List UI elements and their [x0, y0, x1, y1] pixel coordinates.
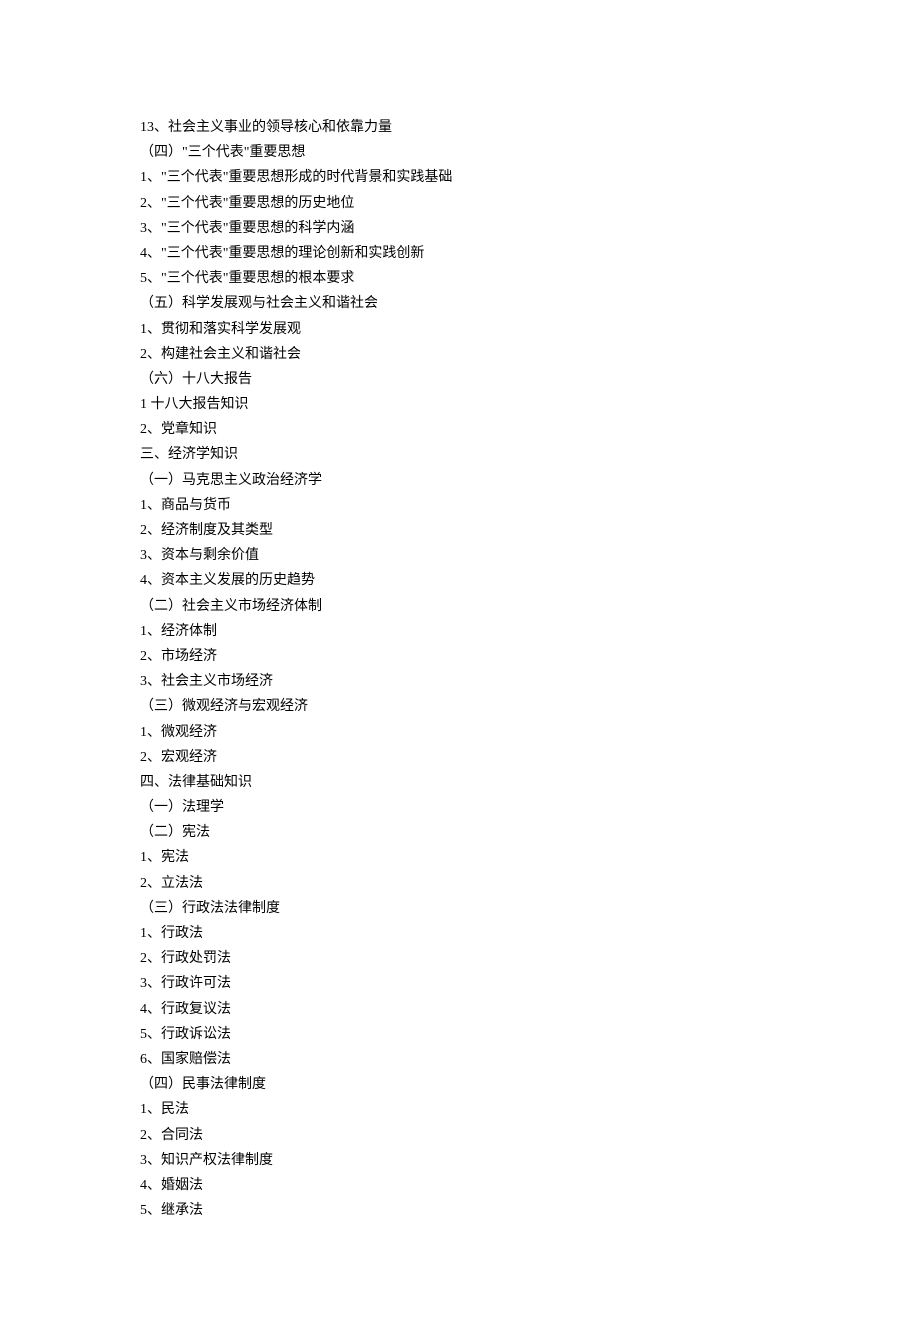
outline-line: 1、微观经济 — [140, 720, 780, 745]
outline-line: 13、社会主义事业的领导核心和依靠力量 — [140, 115, 780, 140]
outline-line: 2、经济制度及其类型 — [140, 518, 780, 543]
outline-line: 3、"三个代表"重要思想的科学内涵 — [140, 216, 780, 241]
outline-line: 5、"三个代表"重要思想的根本要求 — [140, 266, 780, 291]
outline-line: 4、"三个代表"重要思想的理论创新和实践创新 — [140, 241, 780, 266]
outline-line: 1、"三个代表"重要思想形成的时代背景和实践基础 — [140, 165, 780, 190]
outline-line: （三）行政法法律制度 — [140, 896, 780, 921]
outline-line: 4、行政复议法 — [140, 997, 780, 1022]
outline-line: （一）马克思主义政治经济学 — [140, 468, 780, 493]
outline-line: 6、国家赔偿法 — [140, 1047, 780, 1072]
document-content: 13、社会主义事业的领导核心和依靠力量 （四）"三个代表"重要思想 1、"三个代… — [140, 115, 780, 1223]
outline-line: （二）宪法 — [140, 820, 780, 845]
outline-line: （六）十八大报告 — [140, 367, 780, 392]
outline-line: 3、社会主义市场经济 — [140, 669, 780, 694]
outline-line: 2、市场经济 — [140, 644, 780, 669]
outline-line: （一）法理学 — [140, 795, 780, 820]
outline-line: 1、经济体制 — [140, 619, 780, 644]
outline-line: 三、经济学知识 — [140, 442, 780, 467]
outline-line: 1、商品与货币 — [140, 493, 780, 518]
outline-line: 2、党章知识 — [140, 417, 780, 442]
outline-line: 1、宪法 — [140, 845, 780, 870]
outline-line: 1 十八大报告知识 — [140, 392, 780, 417]
outline-line: 2、立法法 — [140, 871, 780, 896]
outline-line: 2、构建社会主义和谐社会 — [140, 342, 780, 367]
outline-line: 4、资本主义发展的历史趋势 — [140, 568, 780, 593]
outline-line: 1、行政法 — [140, 921, 780, 946]
outline-line: 5、继承法 — [140, 1198, 780, 1223]
outline-line: 2、行政处罚法 — [140, 946, 780, 971]
outline-line: 2、宏观经济 — [140, 745, 780, 770]
outline-line: 2、"三个代表"重要思想的历史地位 — [140, 191, 780, 216]
outline-line: 1、贯彻和落实科学发展观 — [140, 317, 780, 342]
outline-line: 3、知识产权法律制度 — [140, 1148, 780, 1173]
outline-line: （四）"三个代表"重要思想 — [140, 140, 780, 165]
outline-line: 3、行政许可法 — [140, 971, 780, 996]
outline-line: 2、合同法 — [140, 1123, 780, 1148]
outline-line: （三）微观经济与宏观经济 — [140, 694, 780, 719]
outline-line: 3、资本与剩余价值 — [140, 543, 780, 568]
outline-line: 四、法律基础知识 — [140, 770, 780, 795]
outline-line: （二）社会主义市场经济体制 — [140, 594, 780, 619]
outline-line: 1、民法 — [140, 1097, 780, 1122]
outline-line: 4、婚姻法 — [140, 1173, 780, 1198]
outline-line: （五）科学发展观与社会主义和谐社会 — [140, 291, 780, 316]
outline-line: 5、行政诉讼法 — [140, 1022, 780, 1047]
outline-line: （四）民事法律制度 — [140, 1072, 780, 1097]
